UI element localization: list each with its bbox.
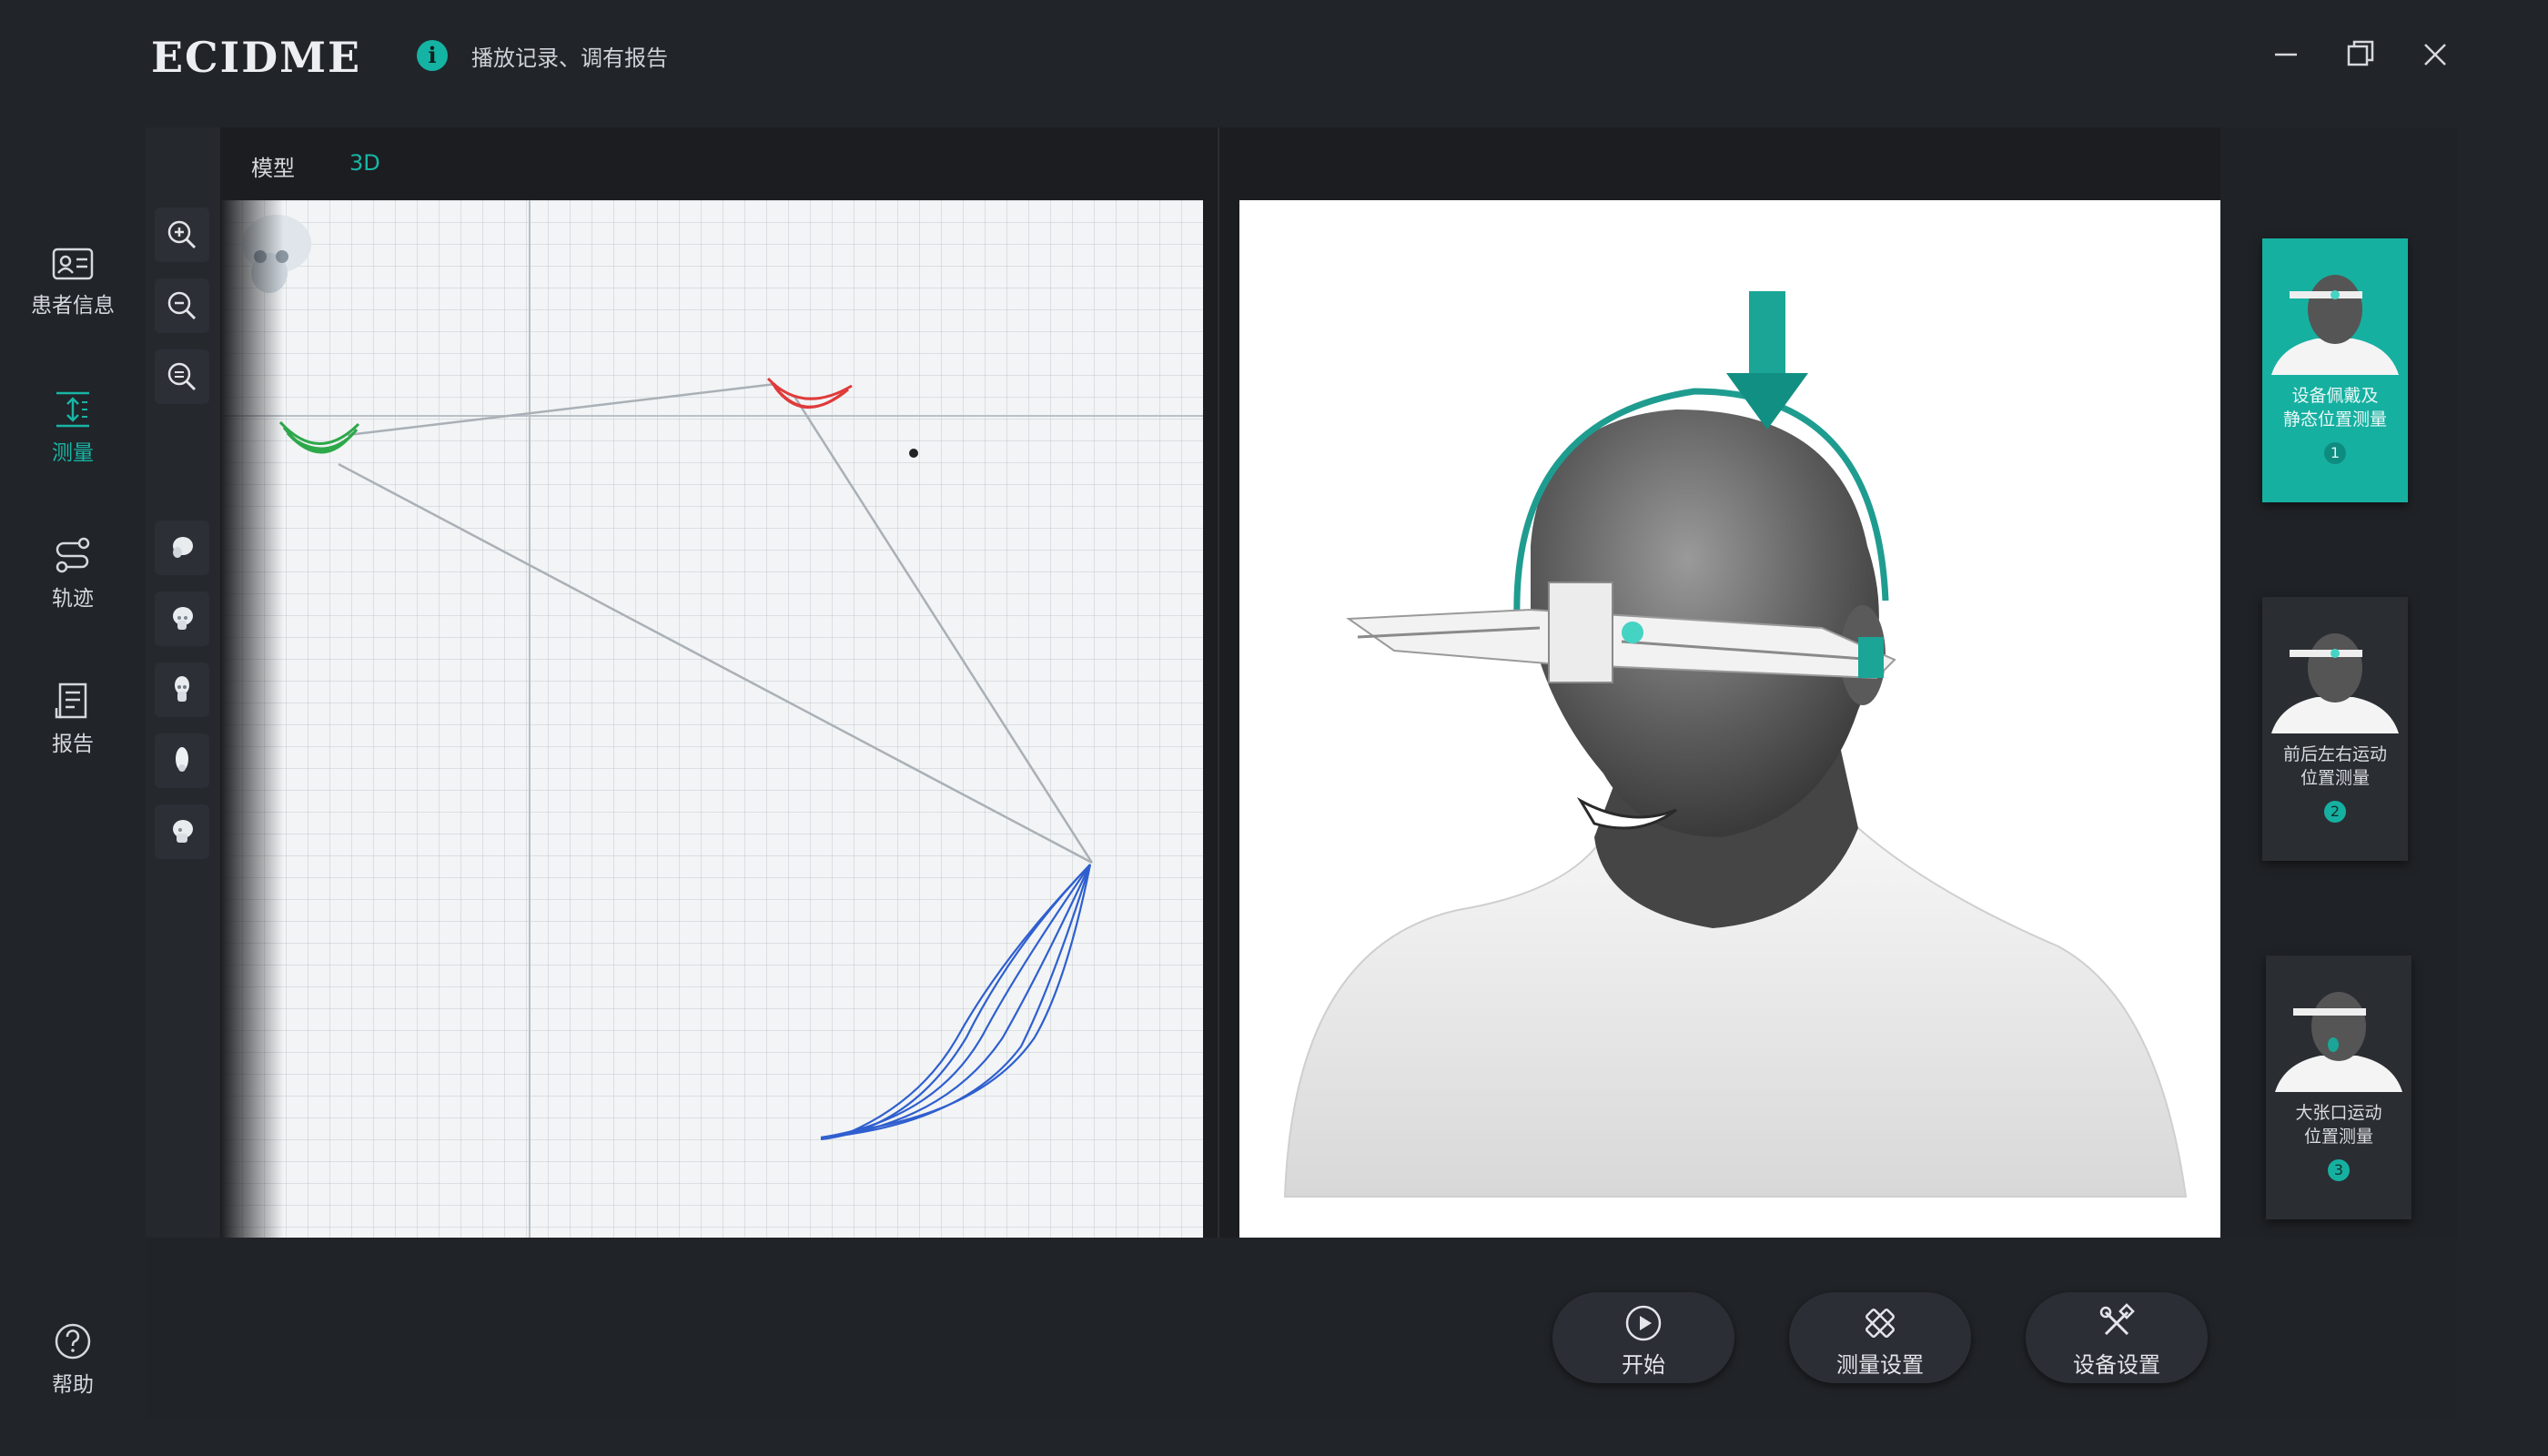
nav-measure-label: 测量 xyxy=(52,441,94,465)
nav-patient-info-label: 患者信息 xyxy=(31,294,115,318)
step-2-thumbnail xyxy=(2262,597,2408,733)
skull-view-front-button[interactable] xyxy=(155,592,209,646)
zoom-in-icon xyxy=(167,220,197,249)
measure-settings-icon xyxy=(1866,1309,1895,1338)
red-trace xyxy=(766,377,853,409)
skull-view-side-icon xyxy=(175,676,189,702)
skull-view-back-button[interactable] xyxy=(155,733,209,788)
nav-help[interactable]: 帮助 xyxy=(18,1321,127,1398)
device-settings-icon xyxy=(2099,1303,2135,1336)
close-icon[interactable] xyxy=(2415,35,2455,75)
app-logo: ECIDME xyxy=(151,33,362,82)
step-1-label: 设备佩戴及 静态位置测量 xyxy=(2282,386,2387,430)
step-2-number: 2 xyxy=(2324,801,2346,823)
skull-view-side-button[interactable] xyxy=(155,662,209,717)
step-3-number: 3 xyxy=(2328,1159,2350,1181)
report-icon xyxy=(55,682,87,719)
zoom-out-icon xyxy=(167,291,197,320)
help-icon xyxy=(55,1323,91,1360)
step-card-3[interactable]: 大张口运动 位置测量 3 xyxy=(2266,956,2412,1219)
step-card-2[interactable]: 前后左右运动 位置测量 2 xyxy=(2262,597,2408,861)
step-card-1[interactable]: 设备佩戴及 静态位置测量 1 xyxy=(2262,238,2408,502)
device-settings-label: 设备设置 xyxy=(2073,1352,2160,1378)
step-3-thumbnail xyxy=(2266,956,2412,1092)
info-icon[interactable]: i xyxy=(417,40,448,71)
tab-model[interactable]: 模型 xyxy=(251,150,295,182)
trajectory-3d-viewport[interactable] xyxy=(220,200,1203,1238)
device-model-viewport[interactable] xyxy=(1239,200,2222,1238)
nav-trajectory[interactable]: 轨迹 xyxy=(18,535,127,612)
step-1-number: 1 xyxy=(2324,442,2346,464)
step-3-label: 大张口运动 位置测量 xyxy=(2295,1103,2382,1147)
nav-patient-info[interactable]: 患者信息 xyxy=(18,244,127,318)
minimize-icon[interactable] xyxy=(2266,35,2306,75)
nav-measure[interactable]: 测量 xyxy=(18,389,127,466)
green-trace xyxy=(278,420,360,454)
panel-divider xyxy=(1218,127,1219,1238)
zoom-fit-icon xyxy=(167,362,197,391)
device-settings-button[interactable]: 设备设置 xyxy=(2026,1292,2208,1383)
zoom-out-button[interactable] xyxy=(155,278,209,333)
maximize-icon[interactable] xyxy=(2341,35,2381,75)
zoom-in-button[interactable] xyxy=(155,207,209,262)
patient-card-icon xyxy=(52,248,94,280)
play-icon xyxy=(1625,1305,1662,1341)
step-2-label: 前后左右运动 位置测量 xyxy=(2282,744,2387,788)
info-message: 播放记录、调有报告 xyxy=(471,46,668,71)
down-arrow xyxy=(1726,291,1808,430)
measure-settings-label: 测量设置 xyxy=(1836,1352,1924,1378)
measure-settings-button[interactable]: 测量设置 xyxy=(1789,1292,1971,1383)
nav-report-label: 报告 xyxy=(52,733,94,756)
skull-view-front-icon xyxy=(173,607,193,630)
tab-3d[interactable]: 3D xyxy=(349,150,380,176)
measure-icon xyxy=(56,391,89,428)
start-button[interactable]: 开始 xyxy=(1552,1292,1734,1383)
trajectory-icon xyxy=(56,537,90,573)
start-button-label: 开始 xyxy=(1622,1352,1665,1378)
step-1-thumbnail xyxy=(2262,238,2408,375)
zoom-fit-button[interactable] xyxy=(155,349,209,404)
nav-report[interactable]: 报告 xyxy=(18,681,127,757)
nav-trajectory-label: 轨迹 xyxy=(52,587,94,611)
nav-help-label: 帮助 xyxy=(52,1373,94,1397)
skull-view-top-icon xyxy=(173,537,193,558)
skull-view-top-button[interactable] xyxy=(155,521,209,575)
skull-view-oblique-icon xyxy=(173,820,193,843)
blue-trace xyxy=(820,864,1092,1141)
skull-view-back-icon xyxy=(176,747,188,772)
skull-view-oblique-button[interactable] xyxy=(155,804,209,859)
